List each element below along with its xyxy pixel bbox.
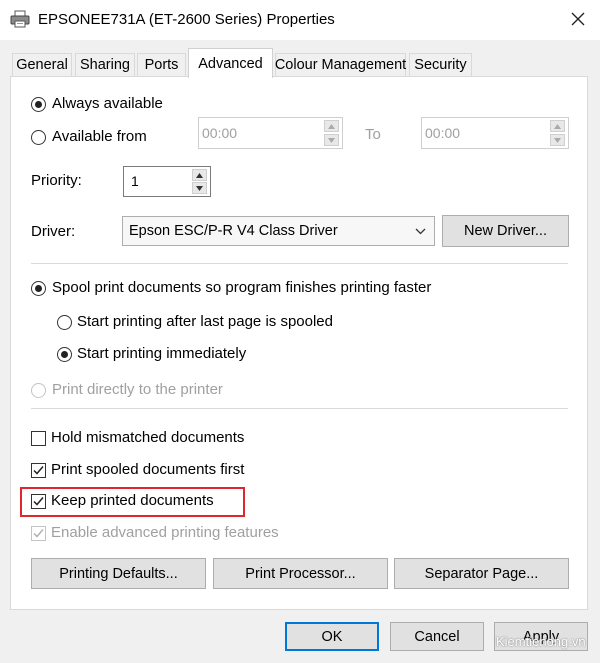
close-button[interactable] <box>560 4 596 34</box>
driver-selected-value: Epson ESC/P-R V4 Class Driver <box>129 223 338 239</box>
priority-field[interactable]: 1 <box>123 166 211 197</box>
separator <box>31 408 568 409</box>
priority-value: 1 <box>131 173 139 189</box>
available-from-label[interactable]: Available from <box>52 128 147 145</box>
start-immediately-radio[interactable] <box>57 347 72 362</box>
tab-colour-management[interactable]: Colour Management <box>275 53 406 76</box>
priority-up-button[interactable] <box>192 169 207 181</box>
start-after-last-label[interactable]: Start printing after last page is spoole… <box>77 313 333 330</box>
tab-advanced[interactable]: Advanced <box>188 48 273 78</box>
checkmark-icon <box>33 497 44 506</box>
close-icon <box>571 12 585 26</box>
start-after-last-radio[interactable] <box>57 315 72 330</box>
spin-up-icon <box>328 123 335 129</box>
print-spooled-first-label[interactable]: Print spooled documents first <box>51 461 244 478</box>
chevron-down-icon <box>415 228 426 235</box>
to-time-value: 00:00 <box>425 125 461 141</box>
spool-radio[interactable] <box>31 281 46 296</box>
printing-defaults-button[interactable]: Printing Defaults... <box>31 558 206 589</box>
spin-down-icon <box>554 137 561 143</box>
hold-mismatched-label[interactable]: Hold mismatched documents <box>51 429 244 446</box>
priority-down-button[interactable] <box>192 182 207 194</box>
spin-up-icon <box>196 172 203 178</box>
watermark: Kiemtienong.vn <box>496 634 586 649</box>
ok-button[interactable]: OK <box>285 622 379 651</box>
from-time-up-button[interactable] <box>324 120 339 132</box>
enable-advanced-checkbox <box>31 526 46 541</box>
from-time-down-button[interactable] <box>324 134 339 146</box>
enable-advanced-label: Enable advanced printing features <box>51 524 279 541</box>
print-directly-label: Print directly to the printer <box>52 381 223 398</box>
to-label: To <box>365 126 381 143</box>
separator <box>31 263 568 264</box>
checkmark-icon <box>33 529 44 538</box>
driver-label: Driver: <box>31 223 76 240</box>
to-time-down-button[interactable] <box>550 134 565 146</box>
keep-printed-label[interactable]: Keep printed documents <box>51 492 214 509</box>
spin-up-icon <box>554 123 561 129</box>
hold-mismatched-checkbox[interactable] <box>31 431 46 446</box>
spin-down-icon <box>328 137 335 143</box>
tab-general[interactable]: General <box>12 53 72 76</box>
window-title: EPSONEE731A (ET-2600 Series) Properties <box>38 11 335 28</box>
to-time-field[interactable]: 00:00 <box>421 117 569 149</box>
checkmark-icon <box>33 466 44 475</box>
keep-printed-checkbox[interactable] <box>31 494 46 509</box>
print-spooled-first-checkbox[interactable] <box>31 463 46 478</box>
start-immediately-label[interactable]: Start printing immediately <box>77 345 246 362</box>
from-time-value: 00:00 <box>202 125 238 141</box>
printer-icon <box>10 10 30 28</box>
from-time-field[interactable]: 00:00 <box>198 117 343 149</box>
print-directly-radio <box>31 383 46 398</box>
cancel-button[interactable]: Cancel <box>390 622 484 651</box>
always-available-label[interactable]: Always available <box>52 95 163 112</box>
to-time-up-button[interactable] <box>550 120 565 132</box>
available-from-radio[interactable] <box>31 130 46 145</box>
tab-security[interactable]: Security <box>409 53 472 76</box>
new-driver-button[interactable]: New Driver... <box>442 215 569 247</box>
tab-ports[interactable]: Ports <box>137 53 186 76</box>
tab-sharing[interactable]: Sharing <box>75 53 135 76</box>
spin-down-icon <box>196 185 203 191</box>
always-available-radio[interactable] <box>31 97 46 112</box>
driver-select[interactable]: Epson ESC/P-R V4 Class Driver <box>122 216 435 246</box>
spool-label[interactable]: Spool print documents so program finishe… <box>52 279 431 296</box>
separator-page-button[interactable]: Separator Page... <box>394 558 569 589</box>
priority-label: Priority: <box>31 172 82 189</box>
print-processor-button[interactable]: Print Processor... <box>213 558 388 589</box>
